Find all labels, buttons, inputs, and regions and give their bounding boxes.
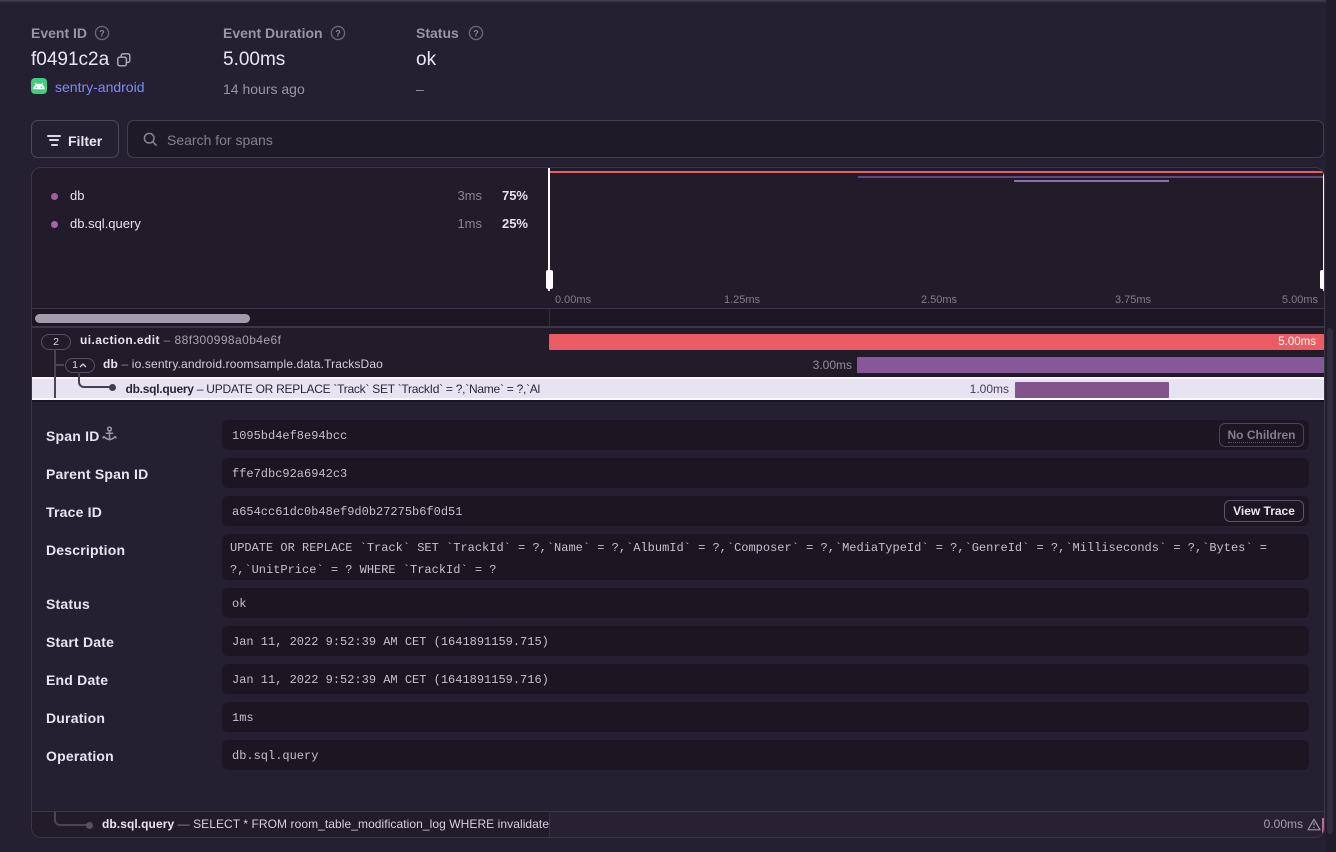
svg-text:?: ?: [473, 28, 479, 38]
svg-text:?: ?: [99, 28, 105, 38]
svg-text:?: ?: [335, 28, 341, 38]
